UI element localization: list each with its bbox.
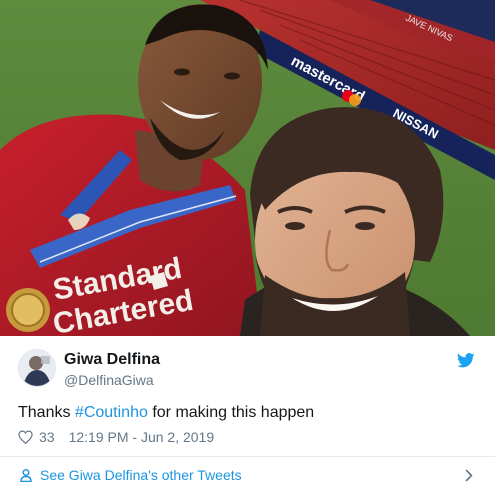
like-count: 33: [39, 429, 55, 445]
tweet-photo[interactable]: JAVE NIVAS mastercard NISSAN Standard Ch…: [0, 0, 495, 336]
selfie-photo-illustration: JAVE NIVAS mastercard NISSAN Standard Ch…: [0, 0, 495, 336]
tweet-header: Giwa Delfina @DelfinaGiwa: [18, 349, 477, 389]
heart-icon[interactable]: [18, 430, 33, 444]
tweet-text: Thanks #Coutinho for making this happen: [18, 403, 477, 423]
author-display-name[interactable]: Giwa Delfina: [64, 351, 160, 369]
avatar[interactable]: [18, 349, 56, 387]
author-handle[interactable]: @DelfinaGiwa: [64, 371, 160, 389]
tweet-timestamp[interactable]: 12:19 PM - Jun 2, 2019: [69, 428, 215, 446]
chevron-right-icon[interactable]: [465, 469, 473, 482]
hashtag-link[interactable]: #Coutinho: [75, 404, 148, 421]
like-button[interactable]: 33: [18, 428, 69, 446]
twitter-bird-icon[interactable]: [457, 353, 475, 368]
see-other-tweets-label[interactable]: See Giwa Delfina's other Tweets: [40, 466, 242, 484]
tweet-text-before: Thanks: [18, 404, 75, 421]
tweet-text-after: for making this happen: [147, 404, 315, 421]
tweet-meta: 33 12:19 PM - Jun 2, 2019: [18, 428, 214, 446]
see-other-tweets-link[interactable]: See Giwa Delfina's other Tweets: [0, 457, 495, 493]
embedded-tweet-card: JAVE NIVAS mastercard NISSAN Standard Ch…: [0, 0, 495, 493]
person-icon: [20, 469, 32, 482]
author-names[interactable]: Giwa Delfina @DelfinaGiwa: [64, 351, 160, 389]
avatar-image: [19, 350, 55, 386]
